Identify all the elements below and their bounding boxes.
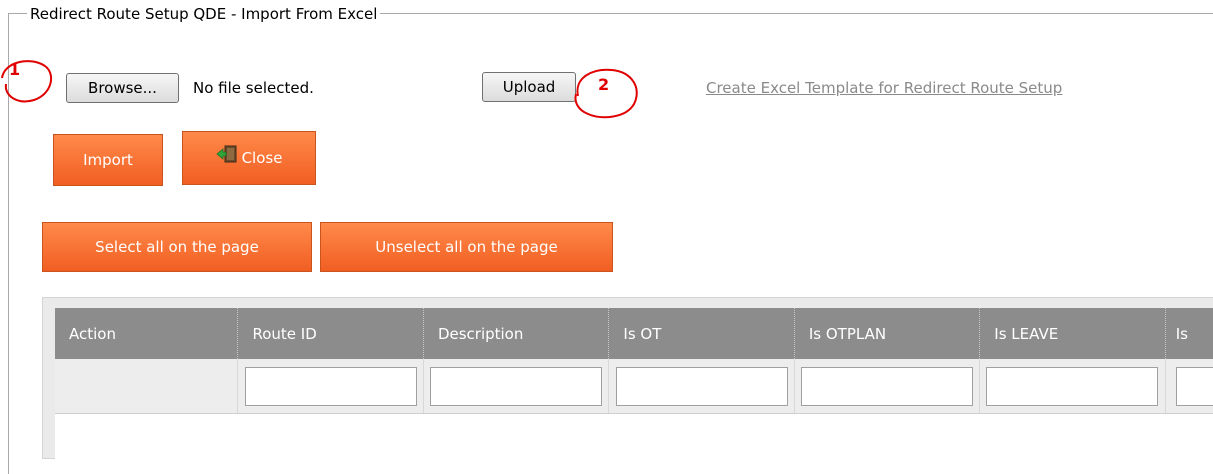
import-button-label: Import <box>83 151 133 169</box>
is-leave-filter-input[interactable] <box>986 366 1159 406</box>
filter-cell-route-id <box>238 359 424 413</box>
column-header-is-ot[interactable]: Is OT <box>609 308 795 359</box>
create-template-link[interactable]: Create Excel Template for Redirect Route… <box>706 79 1062 97</box>
grid-body <box>55 414 1213 464</box>
browse-button[interactable]: Browse... <box>66 73 179 103</box>
grid-header-row: Action Route ID Description Is OT Is OTP… <box>55 308 1213 359</box>
filter-cell-is-otplan <box>795 359 981 413</box>
is-ot-filter-input[interactable] <box>615 366 788 406</box>
filter-cell-is-leave <box>980 359 1166 413</box>
filter-cell-description <box>424 359 610 413</box>
unselect-all-button[interactable]: Unselect all on the page <box>320 222 613 272</box>
column-header-is-leave[interactable]: Is LEAVE <box>980 308 1166 359</box>
close-button-label: Close <box>241 149 283 167</box>
is-partial-filter-input[interactable] <box>1175 366 1213 406</box>
annotation-number-2: 2 <box>598 75 610 94</box>
column-header-action[interactable]: Action <box>55 308 239 359</box>
exit-door-icon <box>215 145 238 163</box>
column-header-description[interactable]: Description <box>424 308 610 359</box>
section-legend: Redirect Route Setup QDE - Import From E… <box>27 5 381 23</box>
route-id-filter-input[interactable] <box>244 366 417 406</box>
import-button[interactable]: Import <box>53 134 163 186</box>
close-button[interactable]: Close <box>182 131 316 185</box>
select-all-button[interactable]: Select all on the page <box>42 222 312 272</box>
column-header-is-otplan[interactable]: Is OTPLAN <box>795 308 981 359</box>
upload-button[interactable]: Upload <box>482 72 576 102</box>
file-status-text: No file selected. <box>193 79 314 97</box>
description-filter-input[interactable] <box>430 366 603 406</box>
unselect-all-label: Unselect all on the page <box>375 238 558 256</box>
annotation-number-1: 1 <box>9 60 21 79</box>
import-grid: Action Route ID Description Is OT Is OTP… <box>42 297 1213 464</box>
grid-filter-row <box>55 359 1213 414</box>
column-header-route-id[interactable]: Route ID <box>238 308 424 359</box>
filter-cell-is-partial <box>1166 359 1213 413</box>
filter-cell-action <box>55 359 239 413</box>
column-header-is-partial[interactable]: Is <box>1166 308 1213 359</box>
filter-cell-is-ot <box>609 359 795 413</box>
select-all-label: Select all on the page <box>95 238 259 256</box>
is-otplan-filter-input[interactable] <box>801 366 973 406</box>
